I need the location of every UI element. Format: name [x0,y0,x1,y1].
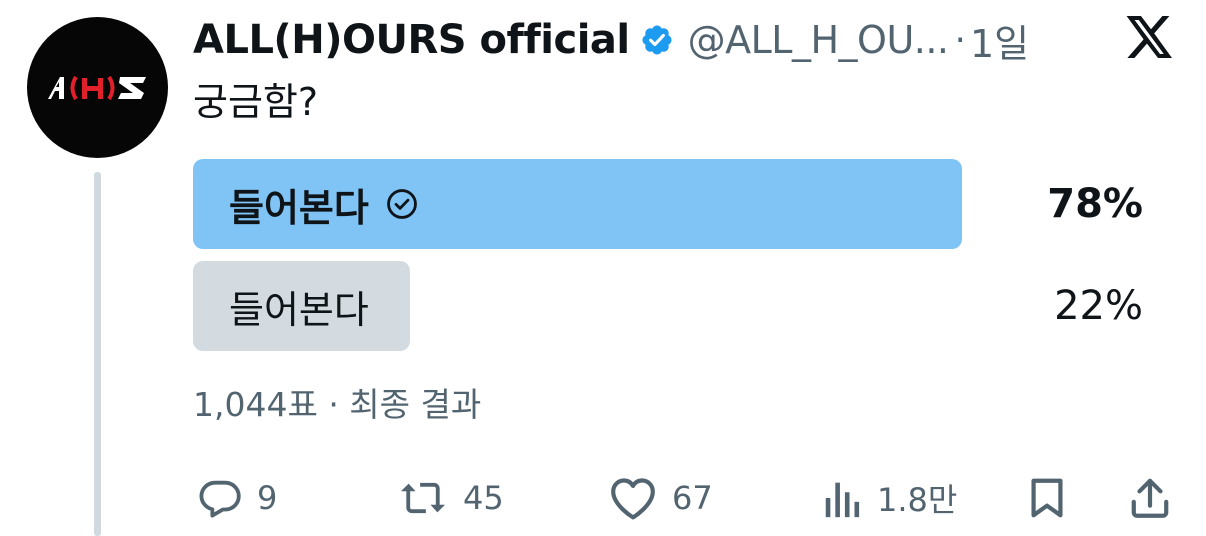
poll-meta: 1,044표 · 최종 결과 [193,385,482,424]
verified-badge-icon[interactable] [640,23,674,57]
poll-option-2-percent: 22% [1054,283,1143,329]
repost-count: 45 [463,479,504,517]
tweet-timestamp[interactable]: 1일 [970,13,1029,68]
brand-logo-icon [47,75,146,100]
header-separator: · [954,19,966,61]
heart-icon [611,478,655,520]
reply-button[interactable]: 9 [197,470,277,526]
tweet-actions: 9 45 67 1.8만 [193,470,1178,526]
repost-icon [400,482,446,514]
reply-count: 9 [257,479,278,517]
like-count: 67 [672,479,713,517]
bookmark-button[interactable] [1027,470,1067,526]
views-button[interactable]: 1.8만 [823,470,957,526]
avatar[interactable] [27,17,168,158]
poll: 들어본다 78% 들어본다 22% [193,159,1153,363]
poll-option-1: 들어본다 78% [193,159,1153,249]
poll-option-1-label-wrap: 들어본다 [229,159,419,249]
share-icon [1131,478,1169,518]
author-display-name[interactable]: ALL(H)OURS official [193,17,630,63]
check-circle-icon [385,187,419,221]
reply-icon [199,480,241,518]
poll-option-2-label: 들어본다 [229,287,369,332]
poll-option-1-percent: 78% [1047,181,1143,227]
views-count: 1.8만 [877,481,958,519]
poll-option-2-label-wrap: 들어본다 [229,261,369,351]
poll-option-1-label: 들어본다 [229,185,369,230]
x-logo-icon[interactable] [1126,14,1174,60]
repost-button[interactable]: 45 [397,470,504,526]
author-handle[interactable]: @ALL_H_OU... [688,18,949,62]
bookmark-icon [1031,478,1063,518]
tweet-text: 궁금함? [193,80,319,124]
views-icon [825,482,860,518]
share-button[interactable] [1129,470,1171,526]
tweet-header: ALL(H)OURS official @ALL_H_OU... · 1일 [193,14,1029,66]
like-button[interactable]: 67 [608,470,713,526]
poll-option-2: 들어본다 22% [193,261,1153,351]
thread-connector-line [94,172,101,536]
